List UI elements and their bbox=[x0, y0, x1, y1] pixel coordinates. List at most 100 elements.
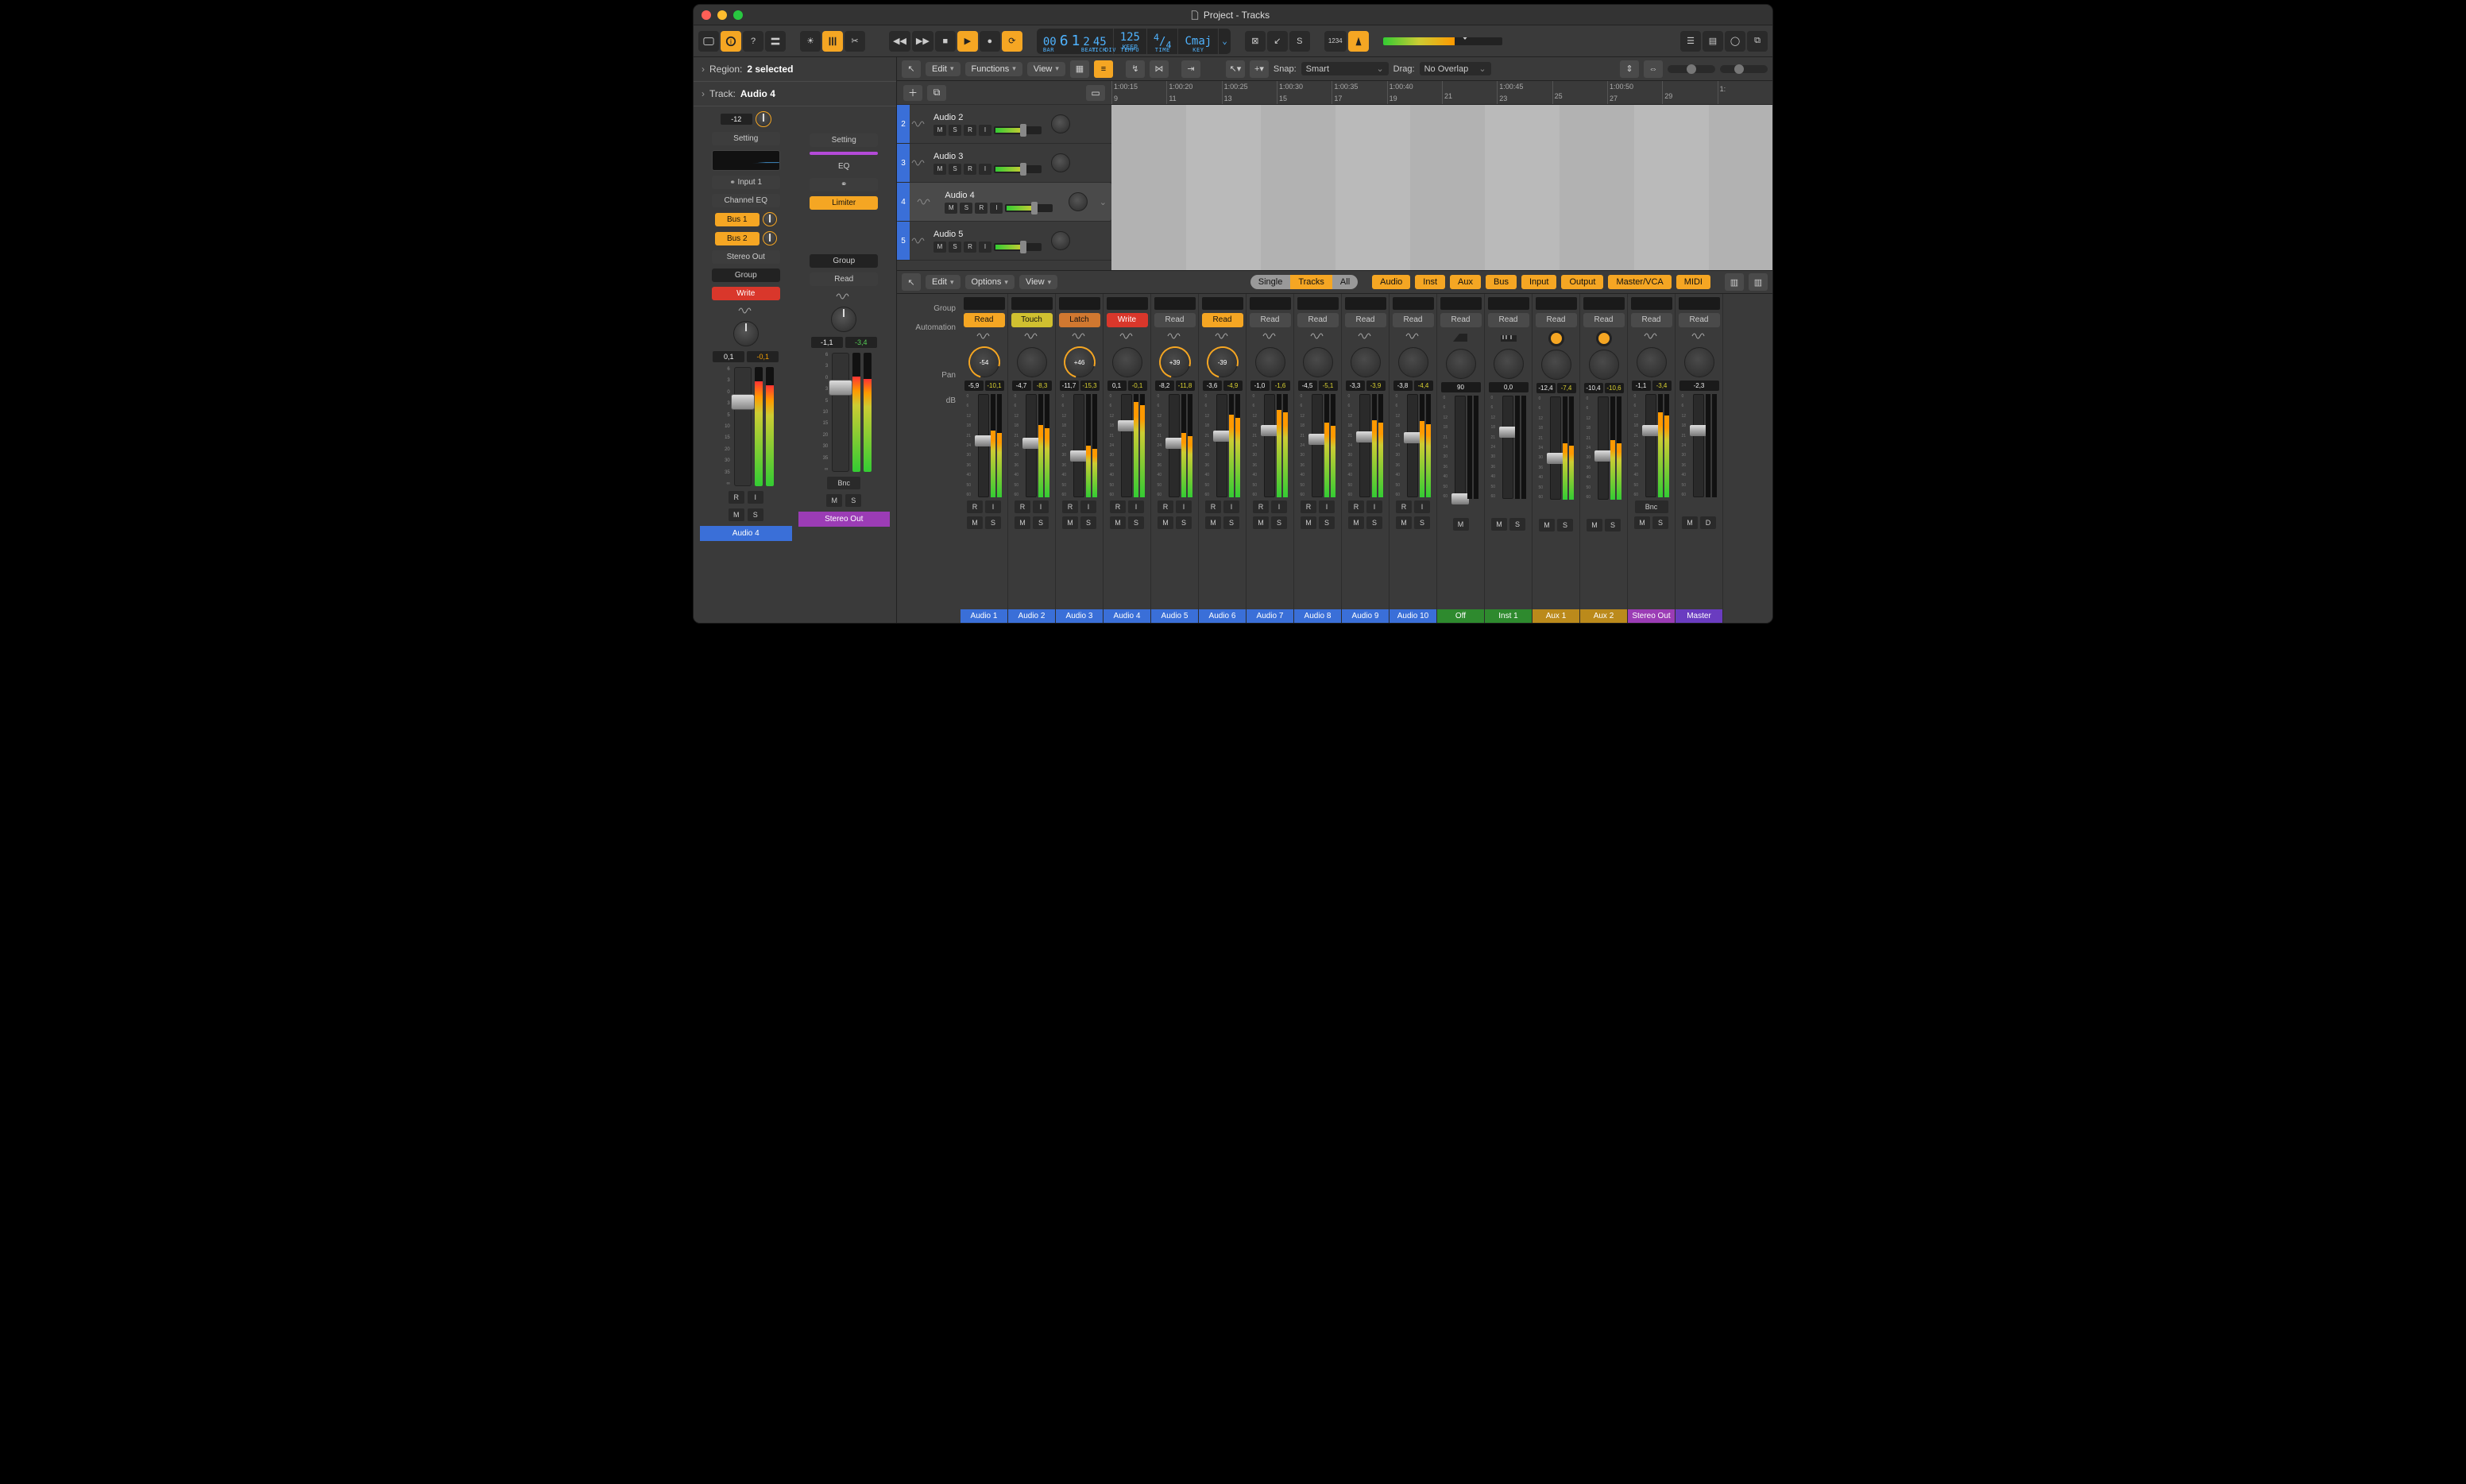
duplicate-track-button[interactable]: ⧉ bbox=[927, 85, 946, 101]
mute-button[interactable]: M bbox=[1015, 516, 1030, 529]
back-button[interactable]: ↖ bbox=[902, 273, 921, 291]
filter-input[interactable]: Input bbox=[1521, 275, 1556, 289]
mute-button[interactable]: M bbox=[1348, 516, 1364, 529]
group-slot[interactable] bbox=[1440, 297, 1482, 310]
solo-button[interactable]: S bbox=[1605, 519, 1621, 531]
track-header-row[interactable]: 3 Audio 3 M S R I bbox=[897, 144, 1111, 183]
eq-slot[interactable]: EQ bbox=[810, 160, 878, 173]
send2-knob[interactable] bbox=[763, 231, 777, 245]
input-button[interactable]: I bbox=[979, 125, 991, 136]
channel-name[interactable]: Audio 3 bbox=[1056, 609, 1103, 623]
autopunch-button[interactable]: ↙ bbox=[1267, 31, 1288, 52]
group-slot[interactable] bbox=[1631, 297, 1672, 310]
replace-button[interactable]: ⊠ bbox=[1245, 31, 1266, 52]
pan-knob[interactable] bbox=[1017, 347, 1047, 377]
inspector-button[interactable]: i bbox=[721, 31, 741, 52]
track-name[interactable]: Audio 4 bbox=[945, 191, 1056, 200]
solo-button[interactable]: S bbox=[1366, 516, 1382, 529]
volume-fader[interactable] bbox=[1216, 394, 1227, 497]
filter-midi[interactable]: MIDI bbox=[1676, 275, 1710, 289]
solo-button[interactable]: S bbox=[1289, 31, 1310, 52]
mute-button[interactable]: M bbox=[1396, 516, 1412, 529]
channel-name[interactable]: Audio 7 bbox=[1247, 609, 1293, 623]
mixer-options-menu[interactable]: Options bbox=[965, 275, 1015, 289]
input-monitor[interactable]: I bbox=[1033, 500, 1049, 513]
solo-button[interactable]: S bbox=[949, 125, 961, 136]
pan-knob[interactable]: +46 bbox=[1065, 347, 1095, 377]
record-enable[interactable]: R bbox=[1205, 500, 1221, 513]
zoom-button[interactable] bbox=[733, 10, 743, 20]
seg-single[interactable]: Single bbox=[1250, 275, 1291, 289]
input-slot[interactable]: ⚭ Input 1 bbox=[712, 176, 780, 189]
input-monitor[interactable]: I bbox=[1128, 500, 1144, 513]
catch-button[interactable]: ⇥ bbox=[1181, 60, 1200, 78]
input-monitor[interactable]: I bbox=[985, 500, 1001, 513]
zoom-slider-horizontal[interactable] bbox=[1720, 65, 1768, 73]
record-enable[interactable]: R bbox=[1158, 500, 1173, 513]
input-monitor[interactable]: I bbox=[1176, 500, 1192, 513]
channel-name[interactable]: Stereo Out bbox=[798, 512, 891, 527]
view-menu[interactable]: View bbox=[1027, 62, 1065, 76]
channel-name[interactable]: Audio 6 bbox=[1199, 609, 1246, 623]
seg-all[interactable]: All bbox=[1332, 275, 1358, 289]
mixer-view-menu[interactable]: View bbox=[1019, 275, 1057, 289]
group-slot[interactable] bbox=[964, 297, 1005, 310]
solo-button[interactable]: S bbox=[748, 508, 763, 521]
pan-knob[interactable] bbox=[1589, 350, 1619, 380]
pan-knob[interactable]: +39 bbox=[1160, 347, 1190, 377]
automation-mode[interactable]: Read bbox=[964, 313, 1005, 327]
mute-button[interactable]: M bbox=[1158, 516, 1173, 529]
pan-knob[interactable]: -54 bbox=[969, 347, 999, 377]
record-enable[interactable]: R bbox=[1348, 500, 1364, 513]
editors-button[interactable]: ✂ bbox=[845, 31, 865, 52]
record-button[interactable]: R bbox=[964, 125, 976, 136]
flex-button[interactable]: ⋈ bbox=[1150, 60, 1169, 78]
track-fader[interactable] bbox=[994, 126, 1042, 134]
pan-knob[interactable] bbox=[1637, 347, 1667, 377]
automation-mode[interactable]: Read bbox=[810, 272, 878, 286]
snap-select[interactable]: Smart bbox=[1301, 62, 1389, 75]
eq-thumbnail[interactable] bbox=[712, 150, 780, 171]
output-slot[interactable]: Stereo Out bbox=[712, 250, 780, 264]
volume-fader[interactable] bbox=[1693, 394, 1704, 497]
record-enable[interactable]: R bbox=[1015, 500, 1030, 513]
rewind-button[interactable]: ◀◀ bbox=[889, 31, 910, 52]
group-slot[interactable] bbox=[1154, 297, 1196, 310]
input-monitor[interactable]: I bbox=[1080, 500, 1096, 513]
filter-master[interactable]: Master/VCA bbox=[1608, 275, 1671, 289]
group-slot[interactable] bbox=[1393, 297, 1434, 310]
setting-slot[interactable]: Setting bbox=[712, 132, 780, 145]
volume-fader[interactable] bbox=[1121, 394, 1132, 497]
channel-name[interactable]: Audio 5 bbox=[1151, 609, 1198, 623]
solo-button[interactable]: S bbox=[845, 494, 861, 507]
group-slot[interactable] bbox=[1345, 297, 1386, 310]
input-monitor[interactable]: I bbox=[1223, 500, 1239, 513]
region-header[interactable]: › Region: 2 selected bbox=[694, 57, 896, 82]
pan-knob[interactable] bbox=[1069, 192, 1088, 211]
forward-button[interactable]: ▶▶ bbox=[912, 31, 933, 52]
pan-knob[interactable] bbox=[1684, 347, 1714, 377]
pan-knob[interactable] bbox=[733, 321, 759, 346]
record-enable[interactable]: R bbox=[1253, 500, 1269, 513]
mute-button[interactable]: M bbox=[1587, 519, 1602, 531]
solo-button[interactable]: S bbox=[1223, 516, 1239, 529]
automation-mode[interactable]: Touch bbox=[1011, 313, 1053, 327]
mixer-button[interactable] bbox=[822, 31, 843, 52]
automation-button[interactable]: ↯ bbox=[1126, 60, 1145, 78]
edit-menu[interactable]: Edit bbox=[926, 62, 961, 76]
solo-button[interactable]: S bbox=[960, 203, 972, 214]
volume-fader[interactable] bbox=[1407, 394, 1418, 497]
timeline[interactable]: 1:00:1591:00:20111:00:25131:00:30151:00:… bbox=[1111, 81, 1772, 270]
pan-knob[interactable] bbox=[1398, 347, 1428, 377]
mute-button[interactable]: M bbox=[933, 164, 946, 175]
channel-eq-slot[interactable]: Channel EQ bbox=[712, 194, 780, 207]
drag-select[interactable]: No Overlap bbox=[1420, 62, 1491, 75]
automation-mode[interactable]: Read bbox=[1154, 313, 1196, 327]
ruler[interactable]: 1:00:1591:00:20111:00:25131:00:30151:00:… bbox=[1111, 81, 1772, 105]
automation-mode[interactable]: Read bbox=[1345, 313, 1386, 327]
solo-button[interactable]: S bbox=[1652, 516, 1668, 529]
record-button[interactable]: R bbox=[975, 203, 988, 214]
group-slot[interactable] bbox=[1536, 297, 1577, 310]
lcd-display[interactable]: 00 6 1 2 45 BAR BEAT DIV TICK 125 KEEP T… bbox=[1037, 29, 1231, 54]
solo-button[interactable]: S bbox=[1319, 516, 1335, 529]
